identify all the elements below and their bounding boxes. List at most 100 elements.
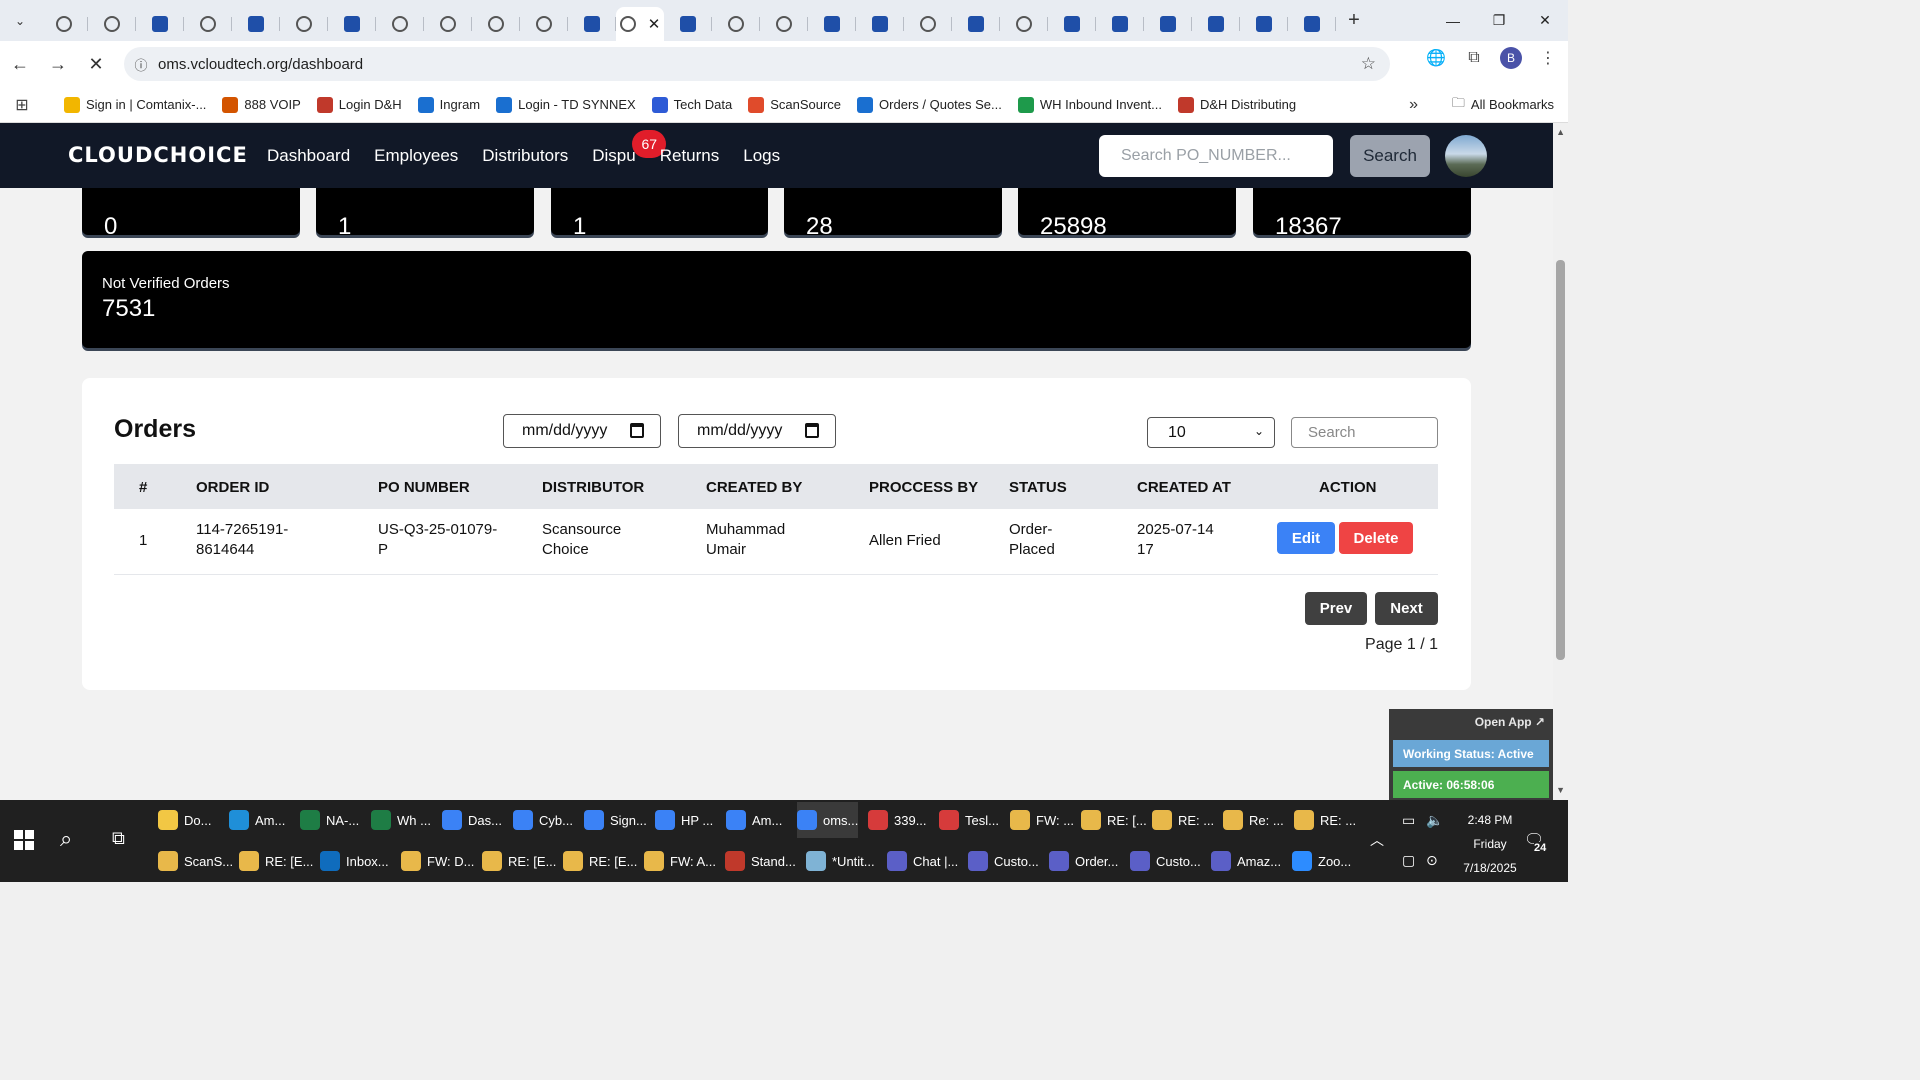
taskbar-app[interactable]: FW: A... <box>644 843 716 879</box>
scroll-down-icon[interactable]: ▼ <box>1556 785 1565 795</box>
bookmark-item[interactable]: Ingram <box>417 96 480 113</box>
bookmark-item[interactable]: Login D&H <box>316 96 402 113</box>
battery-icon[interactable]: ▭ <box>1402 812 1415 829</box>
windows-start-icon[interactable] <box>14 830 34 850</box>
taskbar-app[interactable]: Am... <box>229 802 285 838</box>
taskbar-app[interactable]: Custo... <box>1130 843 1201 879</box>
notification-center-icon[interactable]: 🗨 24 <box>1524 830 1547 854</box>
next-page-button[interactable]: Next <box>1375 592 1438 625</box>
taskbar-app[interactable]: Zoo... <box>1292 843 1351 879</box>
browser-tab[interactable] <box>856 7 904 41</box>
taskbar-app[interactable]: HP ... <box>655 802 713 838</box>
taskbar-app[interactable]: Custo... <box>968 843 1039 879</box>
active-tab[interactable]: ✕ <box>616 7 664 41</box>
taskbar-app[interactable]: FW: D... <box>401 843 474 879</box>
stop-loading-icon[interactable]: ✕ <box>78 46 114 82</box>
browser-tab[interactable] <box>1288 7 1336 41</box>
new-tab-button[interactable]: + <box>1336 9 1372 32</box>
browser-tab[interactable] <box>136 7 184 41</box>
browser-tab[interactable] <box>1192 7 1240 41</box>
close-window-icon[interactable]: ✕ <box>1522 0 1568 41</box>
edit-button[interactable]: Edit <box>1277 522 1335 554</box>
taskbar-app[interactable]: Wh ... <box>371 802 431 838</box>
prev-page-button[interactable]: Prev <box>1305 592 1367 625</box>
volume-icon[interactable]: 🔈 <box>1426 812 1443 829</box>
network-icon[interactable]: ⊙ <box>1426 852 1438 869</box>
browser-tab[interactable] <box>520 7 568 41</box>
taskbar-app[interactable]: FW: ... <box>1010 802 1074 838</box>
taskbar-app[interactable]: *Untit... <box>806 843 875 879</box>
taskbar-app[interactable]: Chat |... <box>887 843 958 879</box>
scrollbar-thumb[interactable] <box>1556 260 1565 660</box>
taskbar-app[interactable]: ScanS... <box>158 843 233 879</box>
bookmark-item[interactable]: D&H Distributing <box>1178 96 1296 113</box>
browser-tab[interactable] <box>472 7 520 41</box>
translate-icon[interactable]: 🌐 <box>1424 46 1448 70</box>
apps-grid-icon[interactable]: ⊞ <box>0 95 44 115</box>
nav-dashboard[interactable]: Dashboard <box>267 146 350 166</box>
scroll-up-icon[interactable]: ▲ <box>1556 127 1565 137</box>
open-app-link[interactable]: Open App ↗ <box>1475 715 1545 729</box>
minimize-icon[interactable]: — <box>1430 0 1476 41</box>
nav-logs[interactable]: Logs <box>743 146 780 166</box>
close-tab-icon[interactable]: ✕ <box>648 15 661 33</box>
browser-tab[interactable] <box>376 7 424 41</box>
nav-employees[interactable]: Employees <box>374 146 458 166</box>
browser-menu-icon[interactable]: ⋮ <box>1536 46 1560 70</box>
delete-button[interactable]: Delete <box>1339 522 1413 554</box>
browser-tab[interactable] <box>760 7 808 41</box>
profile-avatar[interactable]: B <box>1500 47 1522 69</box>
taskbar-app[interactable]: Stand... <box>725 843 796 879</box>
taskbar-app[interactable]: Do... <box>158 802 211 838</box>
taskbar-app[interactable]: Am... <box>726 802 782 838</box>
taskbar-app[interactable]: Order... <box>1049 843 1118 879</box>
display-icon[interactable]: ▢ <box>1402 852 1415 869</box>
taskbar-app[interactable]: Cyb... <box>513 802 573 838</box>
taskbar-app[interactable]: Amaz... <box>1211 843 1281 879</box>
taskbar-app[interactable]: Tesl... <box>939 802 999 838</box>
taskbar-app[interactable]: RE: [E... <box>563 843 637 879</box>
user-avatar[interactable] <box>1445 135 1487 177</box>
taskbar-app[interactable]: NA-... <box>300 802 359 838</box>
bookmark-item[interactable]: WH Inbound Invent... <box>1017 96 1162 113</box>
browser-tab[interactable] <box>1048 7 1096 41</box>
bookmark-item[interactable]: 888 VOIP <box>222 96 301 113</box>
extensions-icon[interactable]: ⧉ <box>1462 46 1486 70</box>
site-info-icon[interactable]: ⓘ <box>124 55 158 74</box>
browser-tab[interactable] <box>232 7 280 41</box>
tab-search-chevron-icon[interactable]: ⌄ <box>0 0 40 41</box>
taskbar-app[interactable]: RE: [E... <box>239 843 313 879</box>
bookmark-item[interactable]: Login - TD SYNNEX <box>496 96 636 113</box>
back-icon[interactable]: ← <box>2 46 38 82</box>
date-to-input[interactable]: mm/dd/yyyy <box>678 414 836 448</box>
taskbar-app[interactable]: Re: ... <box>1223 802 1284 838</box>
browser-tab[interactable] <box>1144 7 1192 41</box>
nav-returns[interactable]: Returns <box>660 146 720 166</box>
nav-distributors[interactable]: Distributors <box>482 146 568 166</box>
browser-tab[interactable] <box>88 7 136 41</box>
taskbar-app[interactable]: RE: [... <box>1081 802 1147 838</box>
browser-tab[interactable] <box>40 7 88 41</box>
bookmark-item[interactable]: Sign in | Comtanix-... <box>64 96 206 113</box>
browser-tab[interactable] <box>1000 7 1048 41</box>
calendar-icon[interactable] <box>805 423 819 438</box>
nav-disputes[interactable]: Dispu 67 <box>592 129 667 166</box>
taskbar-app[interactable]: RE: ... <box>1294 802 1356 838</box>
all-bookmarks-button[interactable]: 🗀 All Bookmarks <box>1452 94 1554 116</box>
browser-tab[interactable] <box>328 7 376 41</box>
browser-tab[interactable] <box>424 7 472 41</box>
bookmark-item[interactable]: ScanSource <box>748 96 841 113</box>
bookmark-item[interactable]: Orders / Quotes Se... <box>857 96 1002 113</box>
taskbar-app[interactable]: RE: [E... <box>482 843 556 879</box>
bookmark-star-icon[interactable]: ☆ <box>1361 54 1376 74</box>
orders-search-input[interactable] <box>1291 417 1438 448</box>
browser-tab[interactable] <box>568 7 616 41</box>
taskbar-app[interactable]: Das... <box>442 802 502 838</box>
browser-tab[interactable] <box>280 7 328 41</box>
calendar-icon[interactable] <box>630 423 644 438</box>
forward-icon[interactable]: → <box>40 46 76 82</box>
browser-tab[interactable] <box>184 7 232 41</box>
search-button[interactable]: Search <box>1350 135 1430 177</box>
browser-tab[interactable] <box>904 7 952 41</box>
cloudchoice-logo[interactable]: CLOUDCHOICE <box>68 143 248 167</box>
